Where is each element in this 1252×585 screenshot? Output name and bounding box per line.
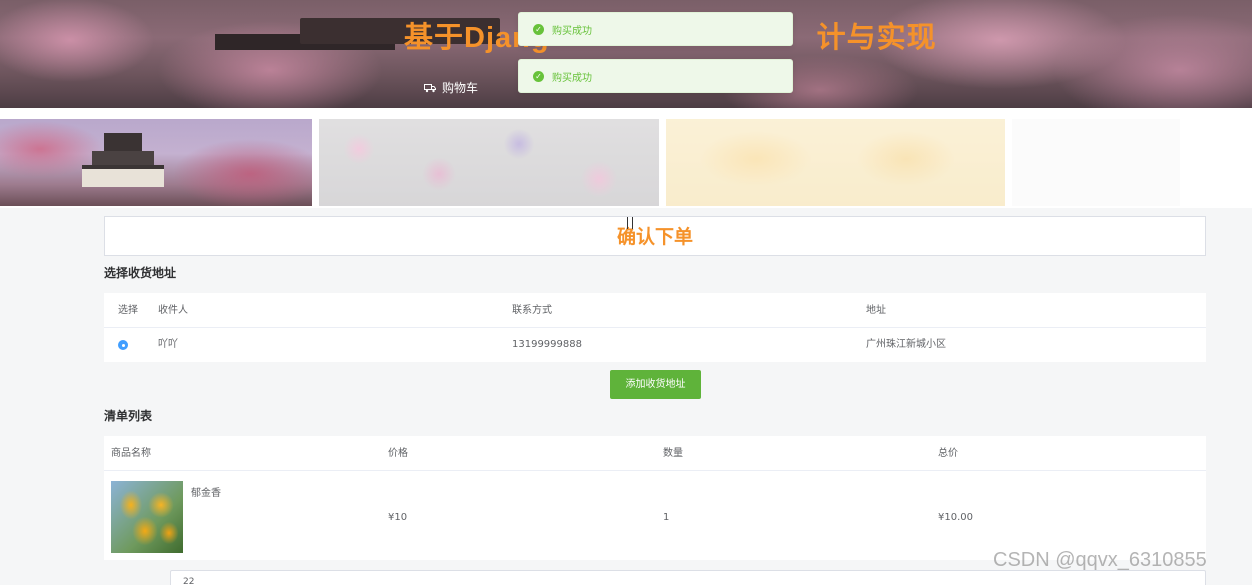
column-header: 总价	[938, 448, 958, 459]
address-radio[interactable]	[118, 340, 128, 350]
castle-roof	[104, 133, 142, 151]
carousel-slide-castle[interactable]	[0, 119, 312, 206]
carousel-slide-blank[interactable]	[1012, 119, 1180, 206]
product-name: 郁金香	[191, 488, 221, 499]
column-header: 商品名称	[111, 448, 151, 459]
column-header: 收件人	[158, 305, 188, 316]
phone-cell: 13199999888	[512, 339, 582, 350]
address-table: 选择 收件人 联系方式 地址 吖吖 13199999888 广州珠江新城小区	[104, 293, 1206, 362]
page-title: 确认下单	[616, 226, 693, 248]
carousel-slide-lily[interactable]	[666, 119, 1005, 206]
address-cell: 广州珠江新城小区	[866, 339, 946, 350]
column-header: 选择	[118, 305, 138, 316]
order-note-value: 22	[183, 577, 195, 585]
product-price: ¥10	[388, 512, 408, 523]
recipient-cell: 吖吖	[158, 339, 178, 350]
order-note-input[interactable]: 22	[170, 570, 1206, 585]
nav-cart-link[interactable]: 购物车	[424, 79, 478, 96]
carousel-strip	[0, 108, 1252, 208]
toast-message: ✓ 购买成功	[518, 12, 793, 46]
column-header: 数量	[663, 448, 683, 459]
column-header: 价格	[388, 448, 408, 459]
check-circle-icon: ✓	[533, 70, 544, 82]
table-row[interactable]: 吖吖 13199999888 广州珠江新城小区	[104, 328, 1206, 362]
product-total: ¥10.00	[938, 512, 973, 523]
nav-cart-label: 购物车	[442, 81, 479, 95]
toast-text: 购买成功	[552, 25, 592, 37]
castle-base	[82, 165, 164, 187]
text-cursor-icon	[627, 217, 633, 229]
product-image	[111, 481, 183, 553]
add-address-button[interactable]: 添加收货地址	[610, 370, 701, 399]
toast-message: ✓ 购买成功	[518, 59, 793, 93]
carousel-slide-flowers[interactable]	[319, 119, 659, 206]
confirm-order-header: 确认下单	[104, 216, 1206, 256]
site-title-tail: 计与实现	[816, 22, 937, 54]
order-table: 商品名称 价格 数量 总价 郁金香 ¥10 1 ¥10.00	[104, 436, 1206, 560]
truck-icon	[424, 83, 436, 93]
castle-roof	[92, 151, 154, 165]
address-section-title: 选择收货地址	[104, 266, 177, 280]
check-circle-icon: ✓	[533, 23, 544, 35]
csdn-watermark: CSDN @qqvx_6310855	[993, 549, 1207, 571]
address-table-header: 选择 收件人 联系方式 地址	[104, 293, 1206, 328]
product-quantity: 1	[663, 512, 670, 523]
column-header: 地址	[866, 305, 886, 316]
order-table-header: 商品名称 价格 数量 总价	[104, 436, 1206, 471]
column-header: 联系方式	[512, 305, 552, 316]
toast-text: 购买成功	[552, 72, 592, 84]
order-section-title: 清单列表	[104, 409, 153, 423]
